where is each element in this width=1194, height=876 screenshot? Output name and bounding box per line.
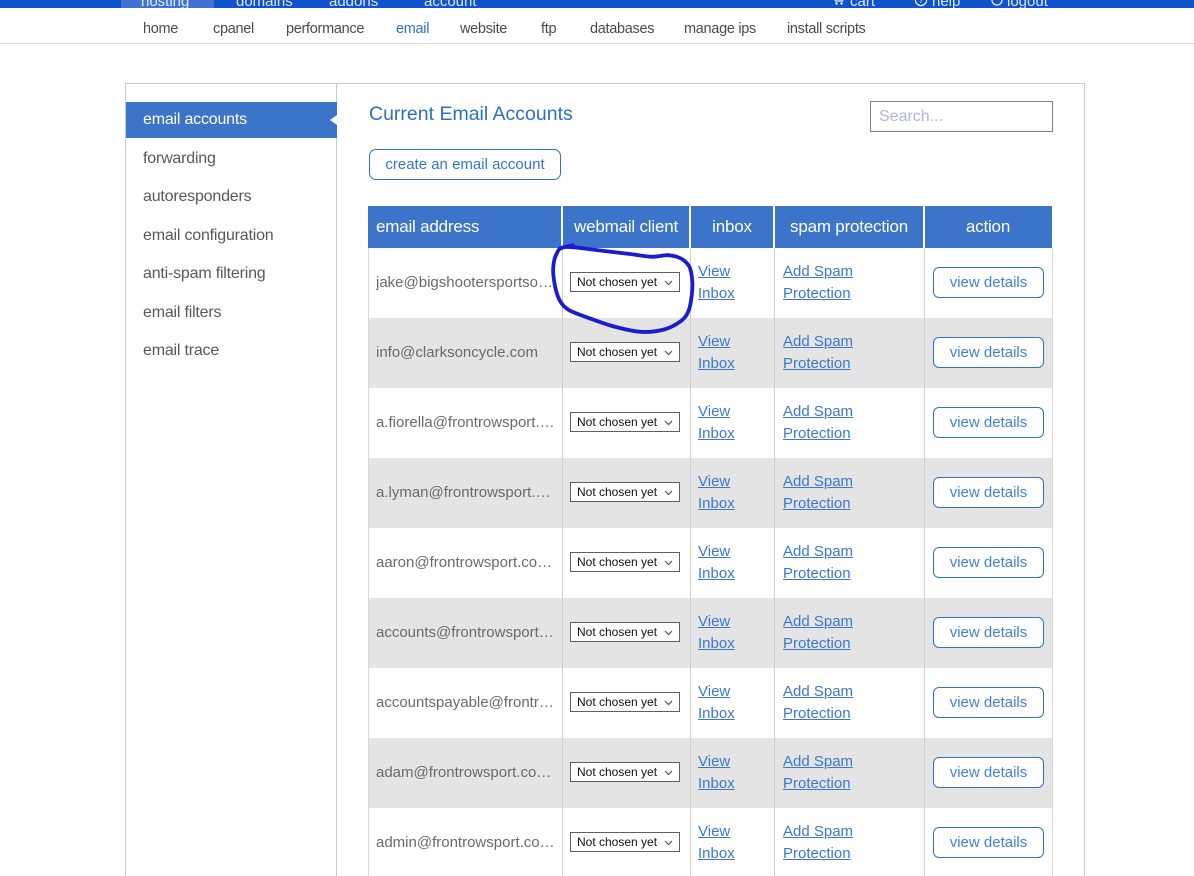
svg-text:?: ? — [919, 0, 924, 5]
